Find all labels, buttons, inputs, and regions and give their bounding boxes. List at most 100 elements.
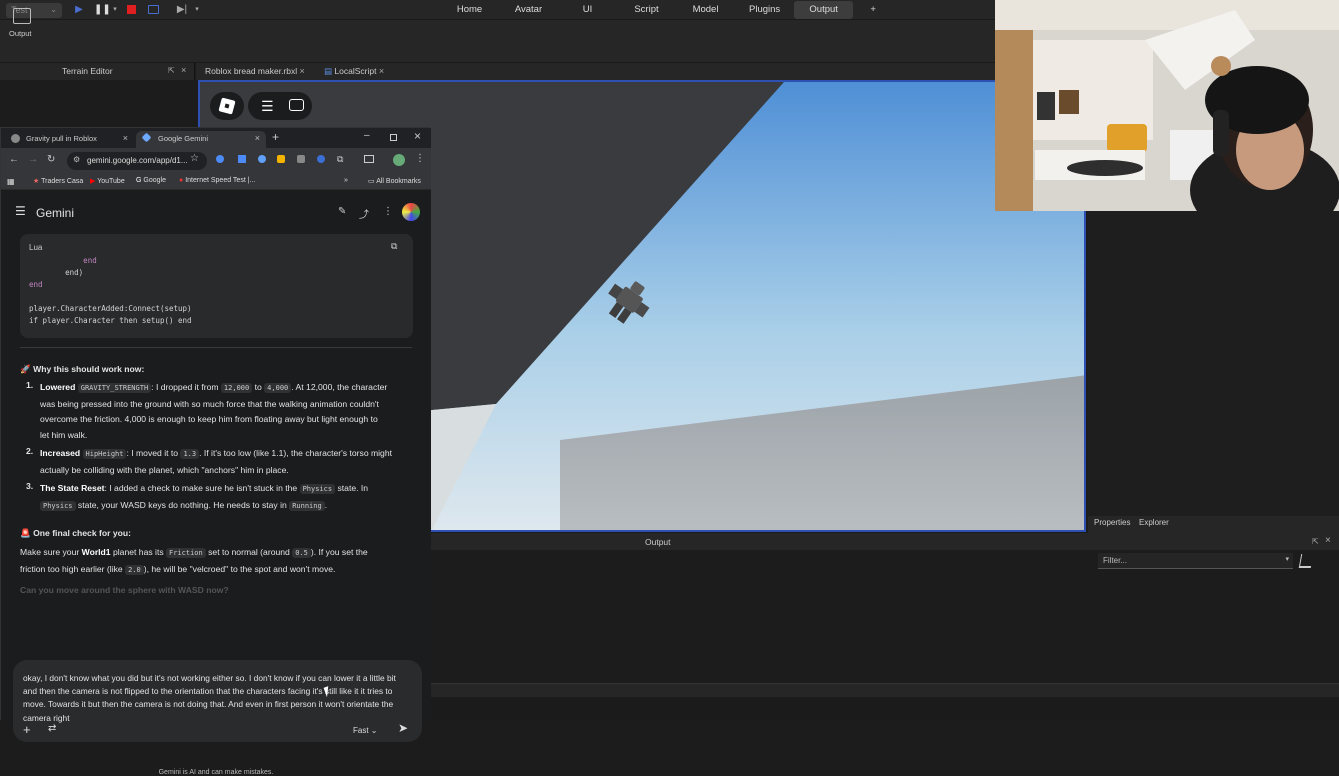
inline-code: HipHeight (82, 449, 127, 459)
close-icon[interactable]: × (1325, 535, 1331, 546)
add-tab-button[interactable]: + (853, 1, 893, 19)
code-line: if player.Character then setup() end (29, 316, 192, 325)
back-icon[interactable]: ← (9, 154, 19, 165)
item-text: . (324, 499, 328, 510)
apps-grid-icon[interactable]: ▦ (7, 177, 15, 186)
new-chat-icon[interactable]: ✎ (338, 206, 346, 217)
pop-out-icon[interactable]: ⇱ (1312, 537, 1319, 546)
close-window-icon[interactable]: × (414, 129, 421, 143)
client-server-icon[interactable] (148, 5, 159, 14)
user-avatar[interactable] (402, 203, 420, 221)
extensions-puzzle-icon[interactable]: ⧉ (337, 154, 343, 165)
list-item: The State Reset: I added a check to make… (40, 481, 415, 514)
extension-icon[interactable] (258, 155, 266, 163)
prompt-input-text[interactable]: okay, I don't know what you did but it's… (23, 672, 408, 725)
step-icon[interactable]: ▶| (175, 3, 189, 17)
tab-avatar[interactable]: Avatar (499, 1, 558, 19)
inline-code: GRAVITY_STRENGTH (77, 383, 152, 393)
extension-icon[interactable] (317, 155, 325, 163)
hamburger-menu-icon[interactable]: ☰ (15, 204, 26, 218)
browser-tab-gemini[interactable]: Google Gemini × (136, 131, 266, 148)
close-icon[interactable]: × (181, 65, 186, 75)
menu-icon[interactable]: ☰ (261, 98, 274, 115)
list-number: 1. (26, 380, 34, 390)
inline-code: 1.3 (180, 449, 200, 459)
inline-code: Physics (299, 484, 336, 494)
bookmark-label: Traders Casa (41, 178, 84, 185)
bookmark-speedtest[interactable]: ● Internet Speed Test |... (179, 177, 255, 184)
pop-out-icon[interactable]: ⇱ (168, 66, 175, 75)
forward-icon[interactable]: → (28, 154, 38, 165)
copy-code-icon[interactable]: ⧉ (391, 241, 397, 252)
status-bar (430, 697, 1339, 720)
chrome-browser-window: Gravity pull in Roblox × Google Gemini ×… (0, 127, 431, 776)
prompt-input-box[interactable]: okay, I don't know what you did but it's… (13, 660, 422, 742)
clear-output-icon[interactable] (1298, 554, 1314, 568)
share-icon[interactable]: ⤴ (359, 206, 369, 221)
reload-icon[interactable]: ↻ (47, 154, 55, 165)
bookmark-label: Google (143, 177, 166, 184)
cast-icon[interactable] (364, 155, 374, 163)
tab-ui[interactable]: UI (558, 1, 617, 19)
tab-output[interactable]: Output (794, 1, 854, 19)
add-attachment-icon[interactable]: + (23, 722, 31, 737)
close-icon[interactable]: × (255, 133, 260, 143)
tab-plugins[interactable]: Plugins (735, 1, 794, 19)
stop-icon[interactable] (127, 5, 136, 14)
site-info-icon[interactable]: ⚙ (73, 155, 80, 164)
extension-icon[interactable] (297, 155, 305, 163)
divider (20, 347, 412, 348)
close-icon[interactable]: × (379, 66, 384, 76)
command-bar[interactable] (430, 683, 1339, 697)
tools-icon[interactable]: ⇄ (48, 723, 56, 734)
maximize-icon[interactable] (390, 134, 397, 141)
gemini-favicon-icon (141, 132, 152, 143)
all-bookmarks[interactable]: ▭ All Bookmarks (368, 177, 421, 185)
output-tool-icon[interactable] (13, 8, 31, 24)
more-menu-icon[interactable]: ⋮ (415, 153, 425, 164)
extension-icon[interactable] (216, 155, 224, 163)
ribbon-tabs: Home Avatar UI Script Model Plugins Outp… (440, 0, 893, 20)
doc-tab-label: LocalScript (334, 66, 377, 76)
chevron-down-icon[interactable]: ▾ (190, 3, 204, 17)
send-icon[interactable]: ➤ (398, 721, 408, 735)
item-text: overcome the friction. 4,000 is enough t… (40, 414, 378, 424)
tab-properties[interactable]: Properties (1094, 518, 1130, 527)
more-bookmarks-icon[interactable]: » (344, 177, 348, 184)
extension-icon[interactable] (238, 155, 246, 163)
code-block: Lua ⧉ end end) end player.CharacterAdded… (20, 234, 413, 338)
roblox-menu-button[interactable] (210, 92, 244, 120)
tab-model[interactable]: Model (676, 1, 735, 19)
gemini-app: ☰ Gemini ✎ ⤴ ⋮ Lua ⧉ end end) end player… (1, 190, 431, 776)
chevron-down-icon: ⌄ (370, 726, 378, 735)
model-mode-select[interactable]: Fast ⌄ (353, 726, 378, 735)
output-tool-label[interactable]: Output (9, 29, 32, 38)
bookmark-youtube[interactable]: ▶ YouTube (90, 177, 125, 185)
profile-avatar[interactable] (393, 154, 405, 166)
extension-icon[interactable] (277, 155, 285, 163)
pause-icon[interactable]: ❚❚ (94, 3, 111, 17)
tab-explorer[interactable]: Explorer (1139, 518, 1169, 527)
inline-code: 2.0 (125, 564, 144, 575)
address-bar[interactable]: ⚙ gemini.google.com/app/d1... (67, 152, 207, 170)
new-tab-button[interactable]: + (272, 130, 279, 144)
properties-explorer-panel (1088, 211, 1339, 533)
output-filter-input[interactable]: Filter... ▾ (1098, 553, 1293, 569)
tab-script[interactable]: Script (617, 1, 676, 19)
browser-tab-label: Gravity pull in Roblox (26, 134, 97, 143)
bookmark-star-icon[interactable]: ☆ (190, 153, 199, 164)
more-options-icon[interactable]: ⋮ (383, 206, 393, 217)
bookmark-google[interactable]: G Google (136, 177, 166, 184)
close-icon[interactable]: × (300, 66, 305, 76)
close-icon[interactable]: × (123, 133, 128, 143)
chat-icon[interactable] (289, 99, 304, 111)
play-icon[interactable]: ▶ (72, 3, 86, 17)
doc-tab-label: Roblox bread maker.rbxl (205, 66, 298, 76)
browser-tab-gravity[interactable]: Gravity pull in Roblox × (4, 131, 134, 148)
minimize-icon[interactable]: – (364, 130, 370, 141)
tab-home[interactable]: Home (440, 1, 499, 19)
doc-tab-localscript[interactable]: ▤ LocalScript × (318, 63, 390, 80)
bookmark-traders-casa[interactable]: ★ Traders Casa (33, 177, 83, 185)
doc-tab-place[interactable]: Roblox bread maker.rbxl × (199, 63, 311, 80)
chevron-down-icon[interactable]: ▾ (108, 3, 122, 17)
